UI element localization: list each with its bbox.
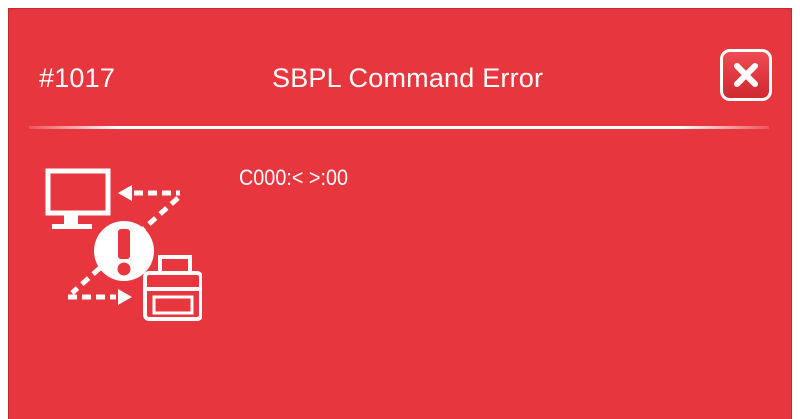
communication-error-icon [45,168,202,321]
error-code: #1017 [39,63,116,93]
computer-icon [45,168,111,229]
error-title: SBPL Command Error [272,63,544,93]
arrow-left-icon [118,185,180,201]
header-divider [29,126,769,129]
arrow-right-icon [68,289,132,305]
close-button[interactable] [720,49,772,101]
printer-icon [143,255,202,321]
error-message: C000:< >:00 [239,165,348,190]
exclamation-icon [94,221,154,281]
error-screen: #1017 SBPL Command Error C000:< >:00 [8,8,792,419]
close-icon [734,63,758,87]
